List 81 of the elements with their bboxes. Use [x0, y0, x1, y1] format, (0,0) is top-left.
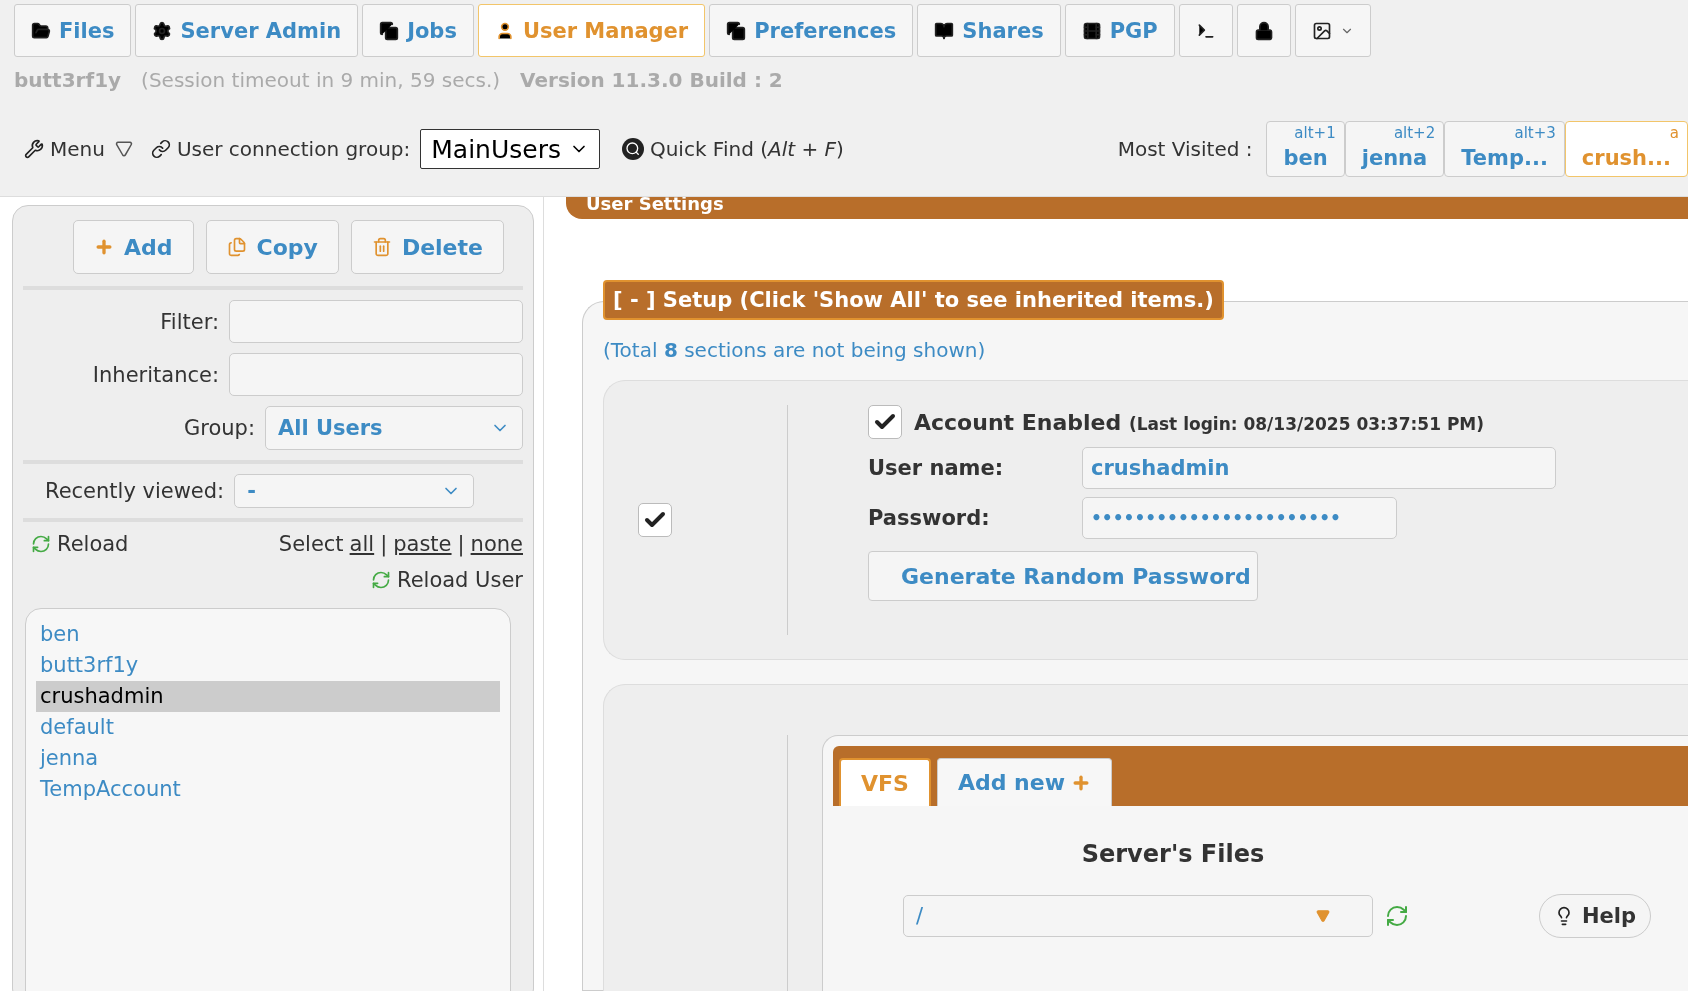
nav-tab[interactable]: Shares: [917, 4, 1061, 57]
link-icon: [150, 139, 171, 159]
session-timeout: (Session timeout in 9 min, 59 secs.): [141, 68, 501, 92]
files-title: Server's Files: [1080, 840, 1266, 868]
vfs-tab[interactable]: VFS: [839, 758, 931, 806]
vfs-tab[interactable]: Add new: [936, 758, 1112, 806]
most-visited-chip[interactable]: alt+1 ben: [1266, 121, 1345, 177]
group-select[interactable]: MainUsers: [420, 129, 600, 169]
account-enabled-label: Account Enabled (Last login: 08/13/2025 03:37:51 PM): [914, 409, 1485, 435]
nav-tab[interactable]: PGP: [1064, 4, 1175, 57]
refresh-icon[interactable]: [1385, 904, 1409, 928]
most-visited-chip[interactable]: a crush...: [1564, 121, 1688, 177]
reload-user-link[interactable]: Reload User: [371, 568, 523, 592]
toolbar-button[interactable]: Delete: [350, 220, 504, 274]
toolbar-button[interactable]: Copy: [205, 220, 339, 274]
most-visited-label: Most Visited :: [1117, 137, 1253, 161]
copy-icon: [726, 20, 747, 41]
group-label: User connection group:: [176, 137, 411, 161]
generate-password-button[interactable]: Generate Random Password: [868, 551, 1258, 601]
most-visited-chip[interactable]: alt+2 jenna: [1344, 121, 1445, 177]
user-item[interactable]: crushadmin: [36, 681, 500, 712]
password-field[interactable]: •••••••••••••••••••••••: [1082, 497, 1397, 539]
folder-icon: [31, 20, 51, 41]
quick-find-link[interactable]: Quick Find (Alt + F): [649, 137, 844, 161]
lock-icon: [1253, 20, 1274, 41]
separator: |: [457, 532, 465, 556]
field-label: User name:: [868, 456, 1005, 480]
book-icon: [934, 20, 955, 41]
refresh-icon: [31, 534, 51, 554]
wrench-icon: [24, 139, 44, 159]
select-link[interactable]: all: [349, 532, 375, 556]
plus-icon: [94, 237, 114, 257]
user-item[interactable]: TempAccount: [36, 774, 500, 805]
nav-tab[interactable]: Server Admin: [135, 4, 359, 57]
icon-tab[interactable]: [1236, 4, 1291, 57]
film-icon: [1081, 20, 1102, 41]
user-item[interactable]: ben: [36, 619, 500, 650]
user-item[interactable]: butt3rf1y: [36, 650, 500, 681]
user-item[interactable]: jenna: [36, 743, 500, 774]
nav-tab[interactable]: Jobs: [362, 4, 474, 57]
path-dropdown[interactable]: /: [903, 895, 1373, 937]
trash-icon: [371, 237, 392, 257]
copy-icon: [226, 237, 247, 257]
field-label: Password:: [868, 506, 991, 530]
filter-label: Filter:: [160, 309, 219, 334]
icon-tab[interactable]: [1294, 4, 1371, 57]
section-title-bar: User Settings: [566, 197, 1688, 219]
reload-link[interactable]: Reload: [31, 532, 129, 556]
refresh-icon: [371, 570, 391, 590]
search-icon: [621, 138, 644, 160]
username-text: butt3rf1y: [14, 68, 122, 92]
username-field[interactable]: crushadmin: [1082, 447, 1556, 489]
hidden-sections-note: (Total 8 sections are not being shown): [603, 338, 987, 362]
filter-field[interactable]: [229, 300, 523, 343]
help-button[interactable]: Help: [1539, 894, 1652, 938]
setup-legend[interactable]: [ - ] Setup (Click 'Show All' to see inherited items.): [603, 280, 1224, 320]
select-link[interactable]: none: [470, 532, 523, 556]
select-link[interactable]: paste: [393, 532, 452, 556]
group-label: Group:: [184, 416, 255, 440]
nav-tab[interactable]: Files: [14, 4, 132, 57]
image-icon: [1311, 20, 1332, 41]
inheritance-label: Inheritance:: [92, 362, 219, 387]
copy-icon: [379, 20, 400, 41]
version-text: Version 11.3.0 Build : 2: [520, 68, 783, 92]
toolbar-button[interactable]: Add: [73, 220, 194, 274]
checkbox[interactable]: [638, 503, 672, 537]
checkbox[interactable]: [868, 405, 902, 439]
menu-link[interactable]: Menu: [50, 137, 105, 161]
caret-icon: [114, 140, 133, 158]
select-label: Select: [278, 532, 344, 556]
separator: |: [380, 532, 388, 556]
most-visited-chip[interactable]: alt+3 Temp...: [1444, 121, 1565, 177]
inheritance-field[interactable]: [229, 353, 523, 396]
group-dropdown[interactable]: All Users: [265, 406, 523, 450]
nav-tab[interactable]: User Manager: [477, 4, 706, 57]
caret-icon: [1316, 909, 1330, 923]
user-item[interactable]: default: [36, 712, 500, 743]
recent-dropdown[interactable]: -: [234, 474, 475, 508]
gear-icon: [152, 20, 173, 41]
nav-tab[interactable]: Preferences: [709, 4, 914, 57]
recent-label: Recently viewed:: [45, 479, 225, 503]
